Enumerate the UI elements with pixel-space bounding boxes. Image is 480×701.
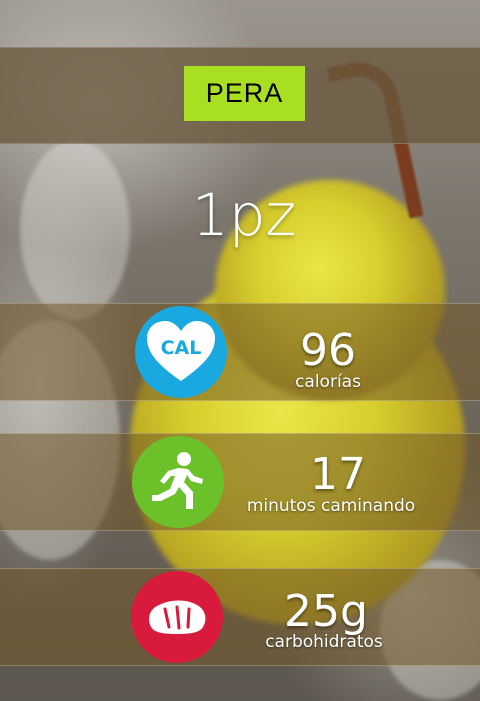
food-quantity: 1pz xyxy=(191,181,297,249)
carbs-value: 25g xyxy=(284,586,368,637)
food-name-badge: PERA xyxy=(184,66,305,121)
carbs-label: carbohidratos xyxy=(265,632,383,652)
food-name: PERA xyxy=(205,78,284,108)
calories-icon-label: CAL xyxy=(161,337,202,359)
walking-label: minutos caminando xyxy=(246,496,416,516)
calories-label: calorías xyxy=(295,372,361,392)
running-person-icon xyxy=(152,452,203,509)
calories-value: 96 xyxy=(300,325,356,376)
walking-value: 17 xyxy=(310,449,366,500)
